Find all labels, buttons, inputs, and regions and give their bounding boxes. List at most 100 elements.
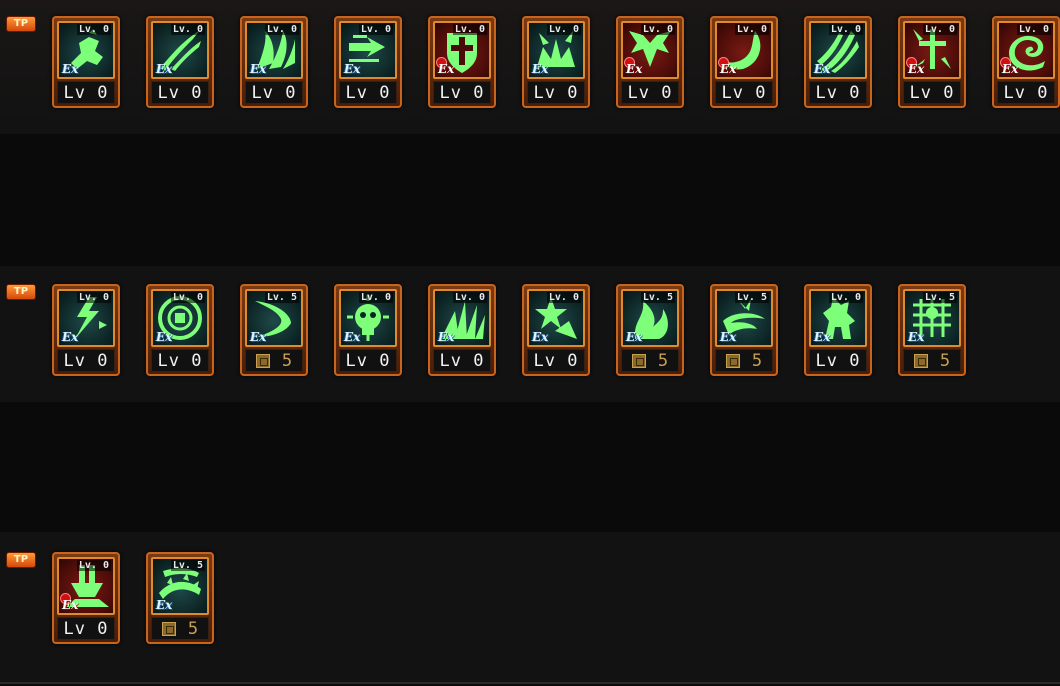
skill-slot[interactable]: Lv. 5 Ex 5 <box>710 284 778 376</box>
skill-icon-frame[interactable]: Lv. 0 Ex <box>339 289 397 347</box>
skill-slot[interactable]: Lv. 5 Ex 5 <box>616 284 684 376</box>
ex-mark-icon: Ex <box>626 62 643 76</box>
ex-mark-icon: Ex <box>814 330 831 344</box>
ex-mark-icon: Ex <box>908 62 925 76</box>
skill-icon-frame[interactable]: Lv. 0 Ex <box>809 21 867 79</box>
ex-mark-icon: Ex <box>438 62 455 76</box>
skill-level-label: Lv 0 <box>157 82 203 103</box>
skill-level-label: Lv 0 <box>63 82 109 103</box>
skill-level-label: Lv 0 <box>533 82 579 103</box>
skill-cost: 5 <box>631 351 668 371</box>
skill-icon-frame[interactable]: Lv. 0 Ex <box>339 21 397 79</box>
skill-label-box: Lv 0 <box>621 81 679 104</box>
skill-label-box: Lv 0 <box>57 617 115 640</box>
skill-level-badge: Lv. 0 <box>640 24 675 35</box>
skill-label-box: Lv 0 <box>809 349 867 372</box>
skill-book-icon <box>255 353 270 368</box>
skill-icon-frame[interactable]: Lv. 0 Ex <box>809 289 867 347</box>
skill-level-badge: Lv. 0 <box>828 24 863 35</box>
skill-slot[interactable]: Lv. 0 Ex Lv 0 <box>710 16 778 108</box>
skill-label-box: 5 <box>245 349 303 372</box>
skill-icon-frame[interactable]: Lv. 5 Ex <box>151 557 209 615</box>
skill-icon-frame[interactable]: Lv. 0 Ex <box>621 21 679 79</box>
skill-row-3: TP Lv. 0 Ex Lv 0 Lv. 5 Ex 5 <box>0 552 1060 648</box>
skill-slot[interactable]: Lv. 0 Ex Lv 0 <box>334 284 402 376</box>
skill-slot[interactable]: Lv. 5 Ex 5 <box>240 284 308 376</box>
skill-level-label: Lv 0 <box>1003 82 1049 103</box>
skill-icon-frame[interactable]: Lv. 0 Ex <box>433 21 491 79</box>
skill-slot[interactable]: Lv. 0 Ex Lv 0 <box>428 284 496 376</box>
ex-mark-icon: Ex <box>344 62 361 76</box>
skill-icon-frame[interactable]: Lv. 0 Ex <box>151 289 209 347</box>
skill-slot[interactable]: Lv. 0 Ex Lv 0 <box>240 16 308 108</box>
skill-level-badge: Lv. 0 <box>170 292 205 303</box>
skill-icon-frame[interactable]: Lv. 0 Ex <box>57 289 115 347</box>
skill-cost: 5 <box>725 350 763 371</box>
skill-level-badge: Lv. 0 <box>452 292 487 303</box>
ex-mark-icon: Ex <box>720 62 737 76</box>
skill-level-badge: Lv. 0 <box>76 560 111 571</box>
skill-level-label: Lv 0 <box>157 350 203 371</box>
skill-icon-frame[interactable]: Lv. 0 Ex <box>527 21 585 79</box>
skill-label-box: 5 <box>903 349 961 372</box>
skill-book-icon <box>161 621 176 636</box>
skill-icon-frame[interactable]: Lv. 5 Ex <box>245 289 303 347</box>
skill-cost-value: 5 <box>939 350 951 371</box>
skill-slot[interactable]: Lv. 5 Ex 5 <box>898 284 966 376</box>
skill-level-badge: Lv. 0 <box>546 292 581 303</box>
skill-icon-frame[interactable]: Lv. 0 Ex <box>245 21 303 79</box>
skill-level-label: Lv 0 <box>721 82 767 103</box>
skill-slot[interactable]: Lv. 0 Ex Lv 0 <box>804 16 872 108</box>
tp-badge: TP <box>6 552 36 568</box>
skill-level-badge: Lv. 0 <box>734 24 769 35</box>
skill-slot[interactable]: Lv. 5 Ex 5 <box>146 552 214 644</box>
ex-mark-icon: Ex <box>156 598 173 612</box>
skill-cost: 5 <box>255 351 292 371</box>
skill-slot[interactable]: Lv. 0 Ex Lv 0 <box>522 16 590 108</box>
skill-slot[interactable]: Lv. 0 Ex Lv 0 <box>146 284 214 376</box>
skill-slot[interactable]: Lv. 0 Ex Lv 0 <box>992 16 1060 108</box>
skill-slot[interactable]: Lv. 0 Ex Lv 0 <box>522 284 590 376</box>
skill-label-box: Lv 0 <box>433 349 491 372</box>
skill-icon-frame[interactable]: Lv. 0 Ex <box>151 21 209 79</box>
skill-slot[interactable]: Lv. 0 Ex Lv 0 <box>146 16 214 108</box>
skill-level-badge: Lv. 5 <box>734 292 769 303</box>
skill-slot[interactable]: Lv. 0 Ex Lv 0 <box>428 16 496 108</box>
skill-slot[interactable]: Lv. 0 Ex Lv 0 <box>898 16 966 108</box>
skill-slot[interactable]: Lv. 0 Ex Lv 0 <box>616 16 684 108</box>
skill-label-box: 5 <box>151 617 209 640</box>
skill-slot[interactable]: Lv. 0 Ex Lv 0 <box>52 284 120 376</box>
ex-mark-icon: Ex <box>1002 62 1019 76</box>
ex-mark-icon: Ex <box>62 330 79 344</box>
skill-label-box: Lv 0 <box>433 81 491 104</box>
skill-slot[interactable]: Lv. 0 Ex Lv 0 <box>804 284 872 376</box>
skill-level-label: Lv 0 <box>815 350 861 371</box>
skill-level-label: Lv 0 <box>815 82 861 103</box>
skill-icon-frame[interactable]: Lv. 0 Ex <box>997 21 1055 79</box>
skill-cost-value: 5 <box>751 350 763 371</box>
skill-row-2: TP Lv. 0 Ex Lv 0 Lv. 0 Ex Lv 0 Lv. 5 Ex 5 Lv. 0 Ex… <box>0 284 1060 380</box>
skill-icon-frame[interactable]: Lv. 5 Ex <box>715 289 773 347</box>
skill-icon-frame[interactable]: Lv. 0 Ex <box>57 557 115 615</box>
skill-icon-frame[interactable]: Lv. 0 Ex <box>57 21 115 79</box>
skill-cost: 5 <box>161 619 198 639</box>
skill-level-label: Lv 0 <box>439 350 485 371</box>
skill-icon-frame[interactable]: Lv. 0 Ex <box>527 289 585 347</box>
skill-icon-frame[interactable]: Lv. 0 Ex <box>715 21 773 79</box>
skill-level-label: Lv 0 <box>251 82 297 103</box>
tp-badge: TP <box>6 16 36 32</box>
skill-slot[interactable]: Lv. 0 Ex Lv 0 <box>52 552 120 644</box>
skill-level-badge: Lv. 0 <box>922 24 957 35</box>
skill-level-label: Lv 0 <box>909 82 955 103</box>
skill-icon-frame[interactable]: Lv. 0 Ex <box>903 21 961 79</box>
skill-slot[interactable]: Lv. 0 Ex Lv 0 <box>334 16 402 108</box>
skill-level-badge: Lv. 5 <box>264 292 299 303</box>
skill-icon-frame[interactable]: Lv. 5 Ex <box>903 289 961 347</box>
skill-book-icon <box>913 353 928 368</box>
skill-icon-frame[interactable]: Lv. 5 Ex <box>621 289 679 347</box>
skill-label-box: Lv 0 <box>903 81 961 104</box>
skill-slot[interactable]: Lv. 0 Ex Lv 0 <box>52 16 120 108</box>
ex-mark-icon: Ex <box>156 62 173 76</box>
skill-icon-frame[interactable]: Lv. 0 Ex <box>433 289 491 347</box>
skill-label-box: Lv 0 <box>151 81 209 104</box>
